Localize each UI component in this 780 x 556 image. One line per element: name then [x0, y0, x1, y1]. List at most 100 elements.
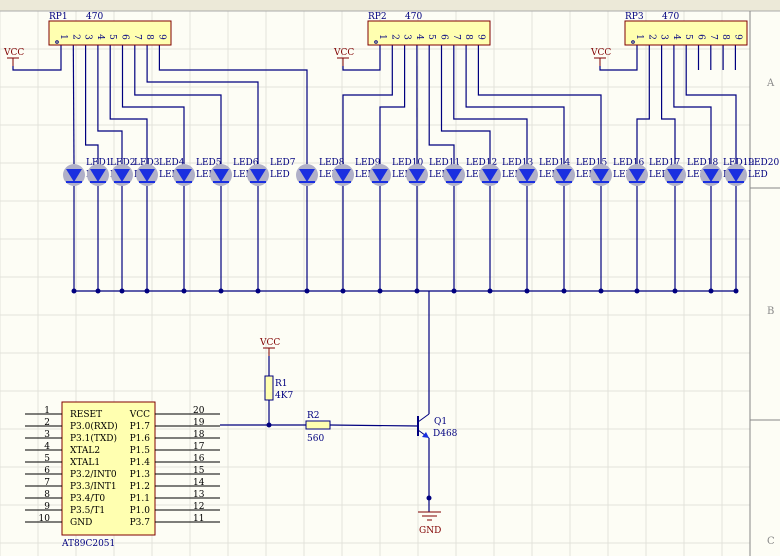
rp-pin-number: 3: [402, 34, 412, 40]
schematic-canvas: A B C RP1 4701 2 3 4 5 6 7 8 9RP2 4701 2 3 4 5 6 7 8 9RP3 4…: [0, 0, 780, 556]
wire: [477, 45, 602, 164]
rp-ref: RP1: [49, 12, 68, 22]
mcu-pin-name: P3.5/T1: [70, 506, 105, 516]
mcu-pin-name: P3.1(TXD): [70, 433, 117, 444]
resistor-r1[interactable]: R1 4K7: [264, 375, 293, 401]
junction-dot: [426, 495, 432, 501]
mcu-pin-number: 19: [193, 418, 205, 428]
rp-pin-number: 7: [451, 34, 461, 40]
mcu-pin-number: 5: [44, 454, 50, 464]
mcu-pin-name: P1.7: [130, 422, 151, 432]
mcu-pin-number: 2: [44, 418, 50, 428]
rp-pin-number: 4: [671, 34, 681, 40]
r1-ref: R1: [275, 379, 288, 389]
wire: [329, 424, 419, 427]
mcu-pin-number: 20: [193, 406, 205, 416]
mcu-pin-number: 18: [193, 430, 205, 440]
zone-a-label: A: [766, 78, 775, 89]
mcu-pin-name: GND: [70, 518, 92, 528]
rp-pin-number: 1: [634, 34, 644, 40]
rp-pin-number: 2: [389, 34, 399, 40]
mcu-pin-name: RESET: [70, 410, 102, 420]
mcu-at89c2051[interactable]: AT89C2051 1 RESET 2 P3.0(RXD) 3 P3.1(TXD) 4 XTA…: [25, 401, 220, 549]
mcu-pin-name: P3.2/INT0: [70, 470, 117, 480]
wire: [121, 45, 185, 164]
mcu-pin-name: P3.3/INT1: [70, 482, 117, 492]
wire: [134, 45, 222, 164]
rp-pin-number: 6: [120, 34, 130, 40]
q1-ref: Q1: [434, 417, 447, 427]
mcu-pin-number: 7: [44, 478, 50, 488]
mcu-pin-name: P1.4: [130, 458, 151, 468]
wire: [84, 45, 99, 164]
wire: [465, 45, 565, 164]
led-comment: LED: [748, 170, 768, 180]
mcu-pin-number: 11: [193, 514, 204, 524]
rp-value: 470: [405, 12, 422, 22]
vcc-label: VCC: [259, 338, 280, 348]
mcu-pin-number: 9: [44, 502, 50, 512]
wire: [158, 45, 308, 164]
rp-pin-number: 2: [70, 34, 80, 40]
gnd-symbol: GND: [418, 511, 441, 536]
mcu-pin-number: 4: [44, 442, 50, 452]
mcu-pin-name: P1.3: [130, 470, 151, 480]
mcu-pin-number: 3: [44, 430, 50, 440]
rp-pin-number: 5: [107, 34, 117, 40]
vcc-symbol: VCC: [333, 48, 354, 66]
rp-pin-number: 8: [463, 34, 473, 40]
vcc-label: VCC: [590, 48, 611, 58]
mcu-pin-name: P3.4/T0: [70, 494, 105, 504]
wire: [146, 45, 259, 164]
r2-ref: R2: [307, 411, 320, 421]
mcu-pin-number: 6: [44, 466, 50, 476]
rp-pin-number: 3: [83, 34, 93, 40]
resistor-pack-rp2[interactable]: RP2 470 1 2 3 4 5 6 7 8 9: [367, 12, 491, 46]
wire: [636, 45, 650, 164]
mcu-pin-number: 8: [44, 490, 50, 500]
mcu-pin-name: XTAL1: [70, 458, 100, 468]
rp-pin-number: 3: [659, 34, 669, 40]
mcu-pin-number: 16: [193, 454, 205, 464]
mcu-pin-name: VCC: [129, 410, 150, 420]
top-toolbar-edge: [0, 0, 780, 11]
wire: [342, 45, 393, 164]
rp-value: 470: [662, 12, 679, 22]
led-ref: LED20: [748, 158, 779, 168]
gnd-label: GND: [419, 526, 441, 536]
mcu-pin-number: 10: [39, 514, 51, 524]
resistor-pack-rp3[interactable]: RP3 470 1 2 3 4 5 6 7 8 9: [624, 12, 748, 46]
wire: [660, 45, 676, 164]
mcu-pin-number: 12: [193, 502, 204, 512]
mcu-pin-number: 14: [193, 478, 205, 488]
r1-value: 4K7: [275, 391, 293, 401]
rp-pin-number: 6: [439, 34, 449, 40]
mcu-pin-name: P1.0: [130, 506, 151, 516]
rp-value: 470: [86, 12, 103, 22]
mcu-ref: AT89C2051: [61, 539, 115, 549]
wire: [72, 44, 75, 165]
mcu-pin-number: 13: [193, 490, 205, 500]
mcu-pin-number: 15: [193, 466, 205, 476]
rp-pin-number: 4: [95, 34, 105, 40]
mcu-pin-name: XTAL2: [70, 446, 100, 456]
r2-value: 560: [307, 434, 324, 444]
wire: [109, 45, 148, 164]
rp-ref: RP3: [625, 12, 644, 22]
mcu-pin-name: P3.0(RXD): [70, 421, 118, 432]
zone-b-label: B: [767, 306, 774, 317]
rp-pin-number: 9: [156, 34, 166, 40]
led-comment: LED: [270, 170, 290, 180]
wire: [673, 45, 712, 164]
vcc-symbol: VCC: [3, 48, 24, 66]
rp-pin-number: 6: [696, 34, 706, 40]
rp-pin-number: 7: [708, 34, 718, 40]
mcu-pin-number: 1: [44, 406, 50, 416]
transistor-q1[interactable]: Q1 D468: [417, 413, 458, 439]
led-ref: LED7: [270, 158, 296, 168]
resistor-r2[interactable]: R2 560: [305, 411, 331, 444]
resistor-pack-rp1[interactable]: RP1 470 1 2 3 4 5 6 7 8 9: [48, 12, 172, 46]
parts: RP1 4701 2 3 4 5 6 7 8 9RP2 4701 2 3 4 5 6 7 8 9RP3 4701 2 3 4…: [3, 12, 779, 356]
rp-pin-number: 9: [475, 34, 485, 40]
zone-c-label: C: [767, 536, 775, 547]
